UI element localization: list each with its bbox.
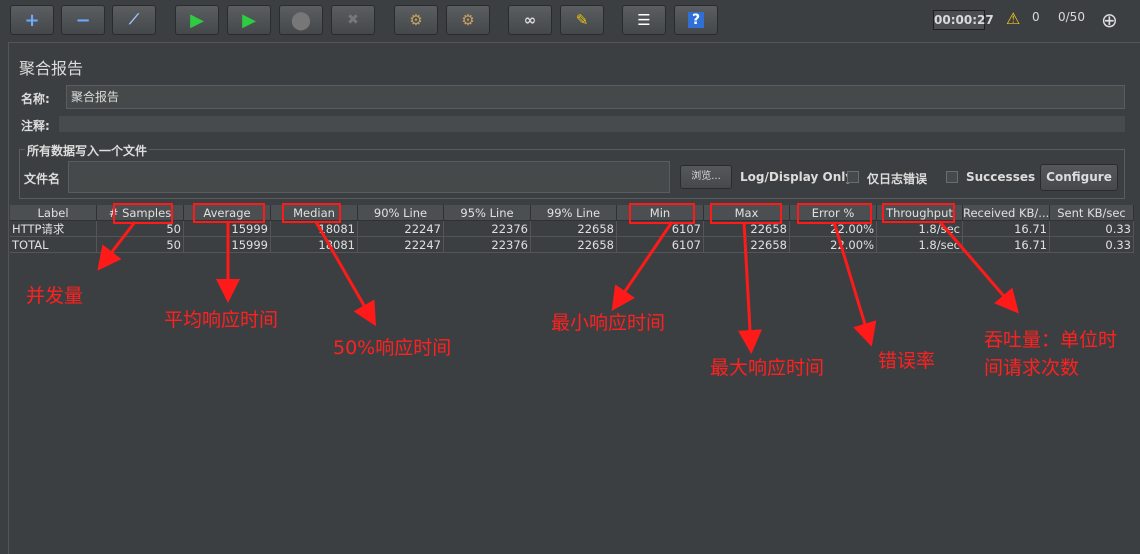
annotation-min: 最小响应时间: [551, 312, 666, 334]
arrow-min: [611, 221, 674, 311]
arrow-max: [738, 221, 762, 354]
arrow-samples: [97, 221, 137, 271]
arrow-error: [832, 221, 877, 347]
annotation-median: 50%响应时间: [333, 337, 452, 359]
annotation-throughput-line2: 间请求次数: [984, 357, 1080, 379]
annotation-average: 平均响应时间: [164, 309, 279, 331]
annotation-max: 最大响应时间: [710, 357, 825, 379]
annotation-arrows: [97, 221, 1019, 354]
arrow-median: [314, 221, 376, 327]
arrow-throughput: [938, 221, 1019, 314]
annotation-throughput-line1: 吞吐量：单位时: [984, 329, 1118, 351]
annotation-error: 错误率: [878, 350, 936, 372]
annotation-samples: 并发量: [26, 285, 84, 307]
